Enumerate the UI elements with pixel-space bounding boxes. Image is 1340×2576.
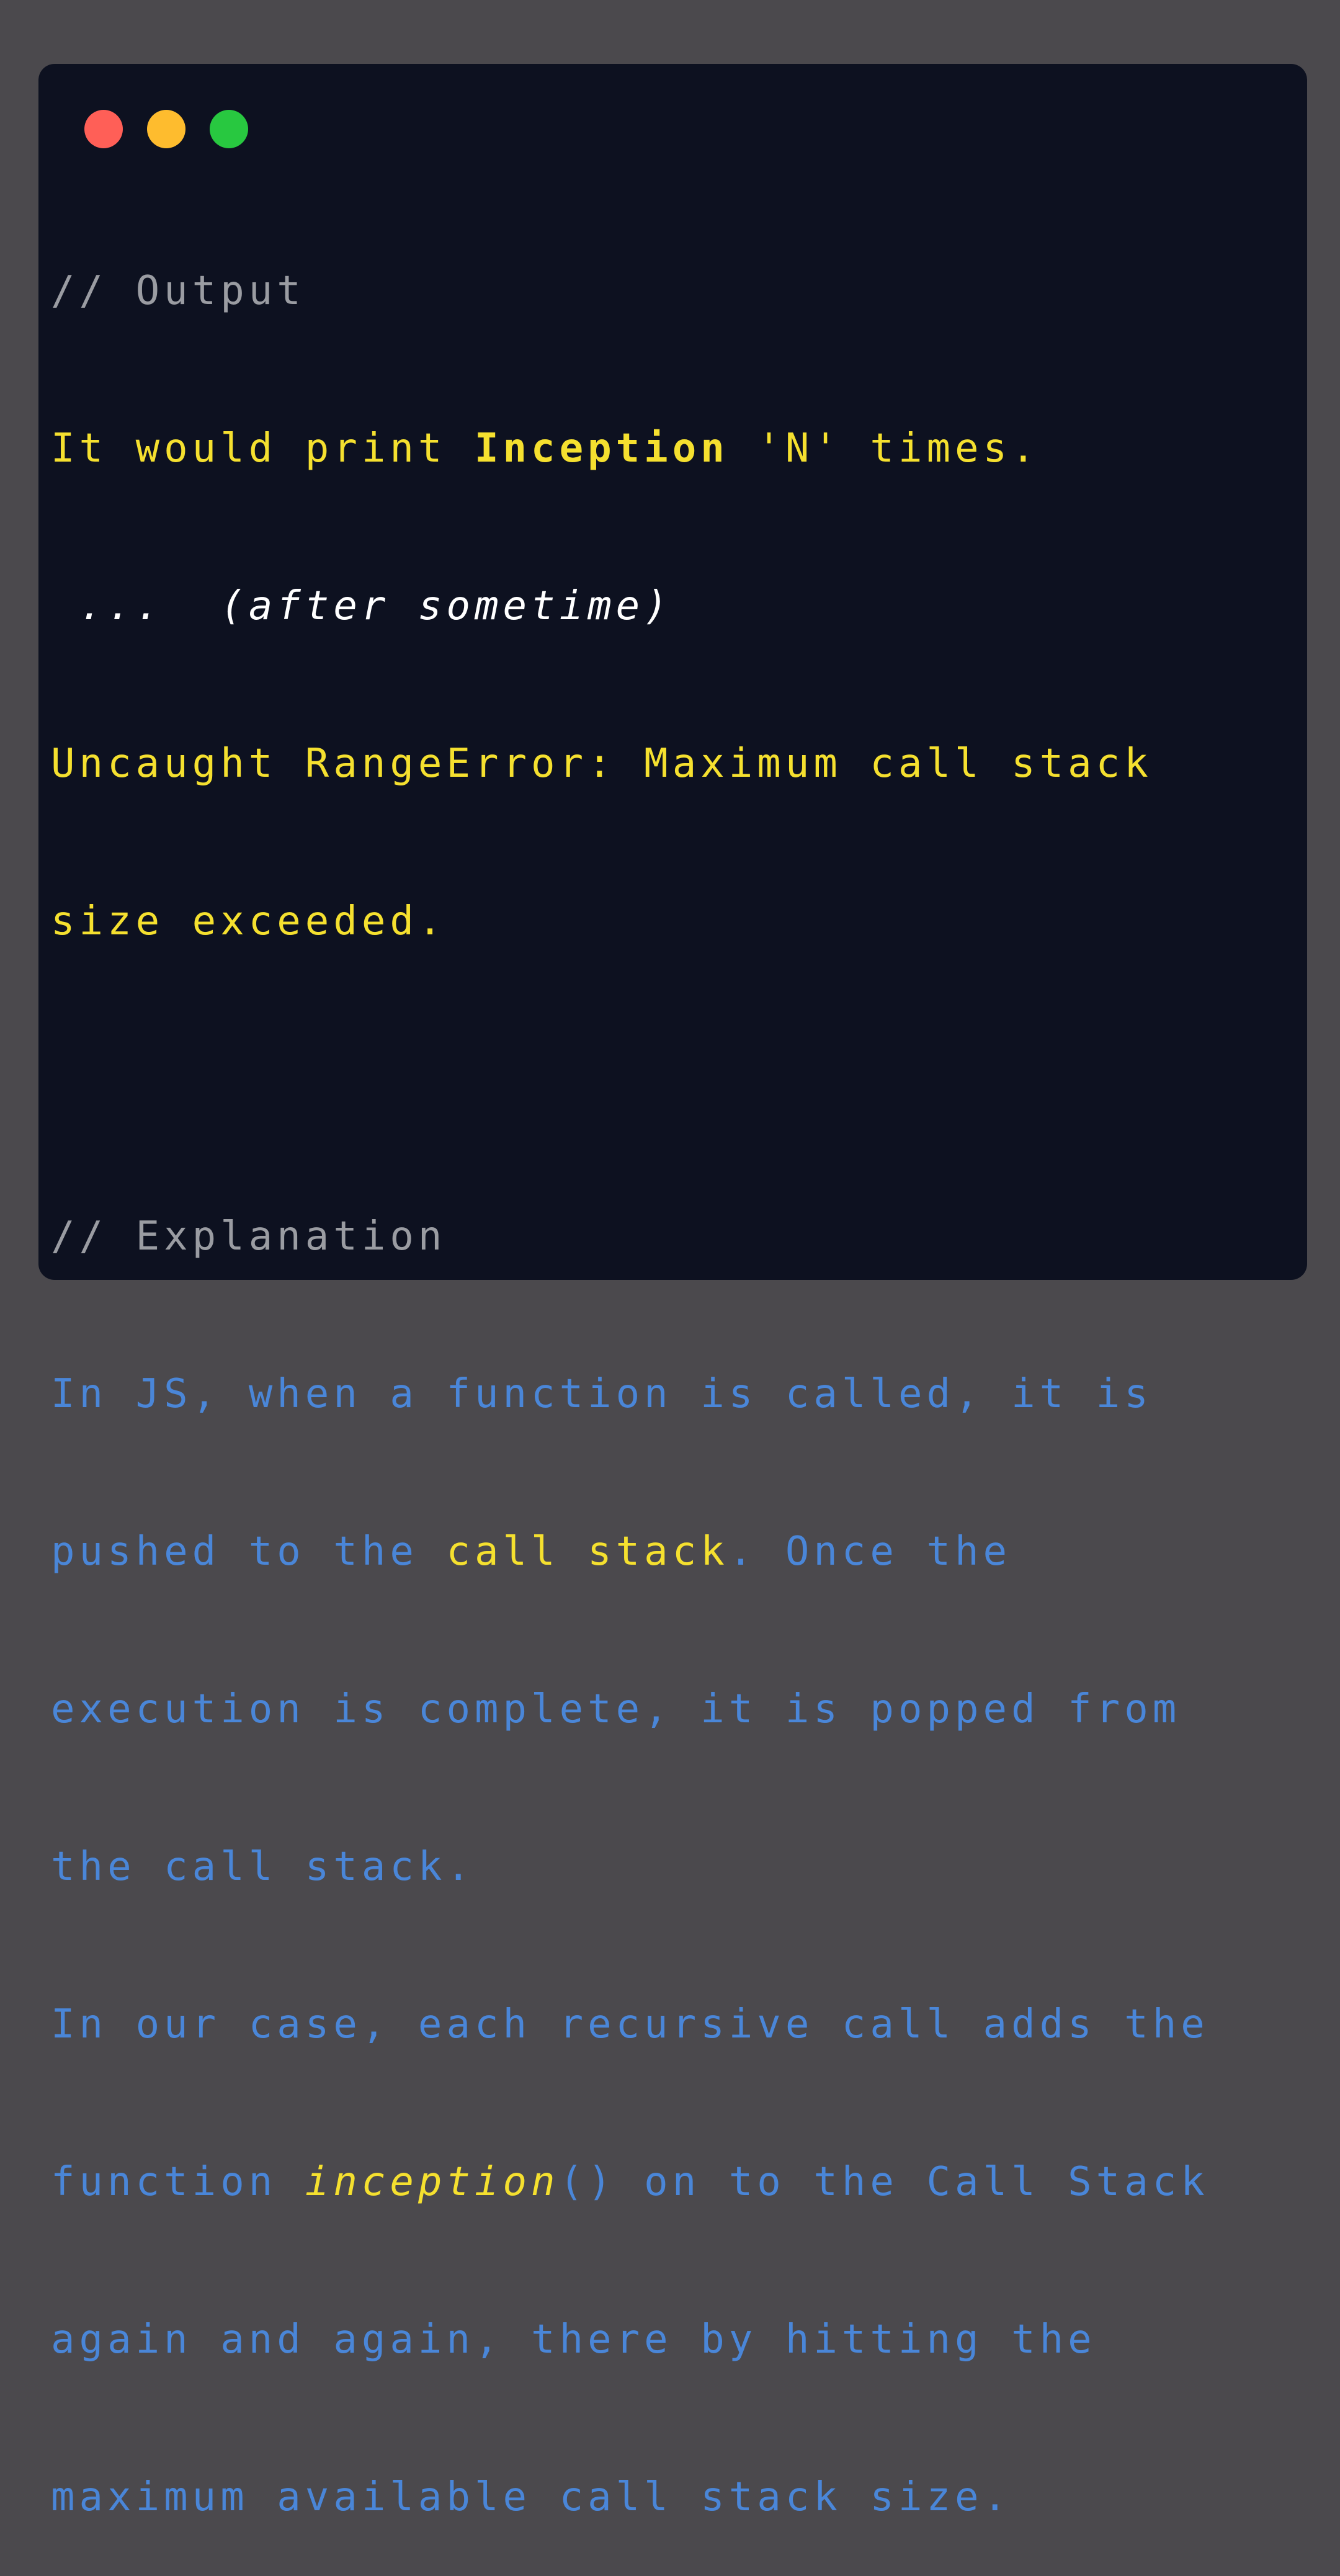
output-comment: // Output — [51, 268, 305, 314]
explanation-line-3: execution is complete, it is popped from — [51, 1686, 1181, 1732]
explanation-line-1: In JS, when a function is called, it is — [51, 1371, 1153, 1417]
explanation-line-6-start: function — [51, 2159, 305, 2205]
explanation-line-2: pushed to the call stack. Once the — [51, 1519, 1230, 1585]
output-line-1: It would print Inception 'N' times. — [51, 416, 1230, 481]
inception-function-name: inception — [305, 2159, 560, 2205]
output-line-1-start: It would print — [51, 426, 475, 472]
explanation-line-7: again and again, there by hitting the — [51, 2317, 1096, 2363]
call-stack-highlight: call stack — [446, 1529, 729, 1575]
output-line-4: size exceeded. — [51, 898, 447, 944]
output-line-1-end: 'N' times. — [728, 426, 1040, 472]
maximize-window-button[interactable] — [210, 110, 248, 148]
close-window-button[interactable] — [84, 110, 123, 148]
minimize-window-button[interactable] — [147, 110, 185, 148]
explanation-line-8: maximum available call stack size. — [51, 2474, 1012, 2520]
explanation-comment: // Explanation — [51, 1214, 447, 1259]
explanation-line-6: function inception() on to the Call Stac… — [51, 2149, 1230, 2215]
explanation-line-6-end: () on to the Call Stack — [559, 2159, 1209, 2205]
explanation-line-2-end: . Once the — [728, 1529, 1012, 1575]
explanation-line-4: the call stack. — [51, 1844, 475, 1890]
explanation-line-5: In our case, each recursive call adds th… — [51, 2001, 1209, 2047]
code-block: // Output It would print Inception 'N' t… — [51, 166, 1230, 2576]
output-line-2: ... (after sometime) — [51, 583, 672, 629]
explanation-line-2-start: pushed to the — [51, 1529, 447, 1575]
inception-keyword: Inception — [474, 426, 729, 472]
output-line-3: Uncaught RangeError: Maximum call stack — [51, 741, 1153, 787]
